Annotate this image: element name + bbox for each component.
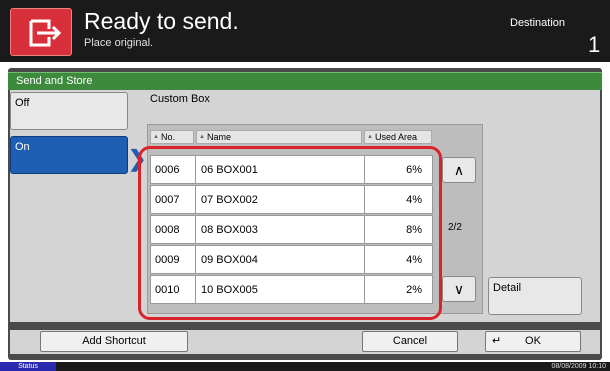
chevron-up-icon: ∧	[453, 162, 465, 178]
destination-count: 1	[588, 32, 601, 57]
status-bar	[0, 362, 610, 371]
status-button[interactable]: Status	[0, 362, 56, 371]
custom-box-label: Custom Box	[150, 93, 210, 105]
off-button-label: Off	[15, 97, 30, 109]
off-button[interactable]: Off	[10, 92, 128, 130]
ok-button[interactable]: ↵ OK	[485, 331, 581, 352]
enter-icon: ↵	[492, 335, 502, 347]
page-indicator: 2/2	[448, 222, 462, 233]
panel-title: Send and Store	[16, 75, 93, 87]
on-button-label: On	[15, 141, 30, 153]
detail-button[interactable]: Detail	[488, 277, 582, 315]
detail-button-label: Detail	[493, 282, 522, 294]
status-subtitle: Place original.	[84, 37, 154, 49]
column-header-no[interactable]: No.	[150, 130, 194, 144]
selection-highlight	[138, 146, 442, 320]
destination-label: Destination	[510, 17, 566, 29]
status-title: Ready to send.	[84, 8, 239, 34]
cancel-button[interactable]: Cancel	[362, 331, 458, 352]
on-button[interactable]: On	[10, 136, 128, 174]
scroll-up-button[interactable]: ∧	[442, 157, 476, 183]
column-header-used[interactable]: Used Area	[364, 130, 432, 144]
chevron-down-icon: ∨	[453, 281, 465, 297]
date-time: 08/08/2009 10:10	[551, 363, 607, 370]
scroll-down-button[interactable]: ∨	[442, 276, 476, 302]
add-shortcut-button[interactable]: Add Shortcut	[40, 331, 188, 352]
column-header-name[interactable]: Name	[196, 130, 362, 144]
panel-title-bar: Send and Store	[8, 72, 602, 90]
send-icon	[10, 8, 72, 56]
ok-button-label: OK	[525, 335, 541, 347]
